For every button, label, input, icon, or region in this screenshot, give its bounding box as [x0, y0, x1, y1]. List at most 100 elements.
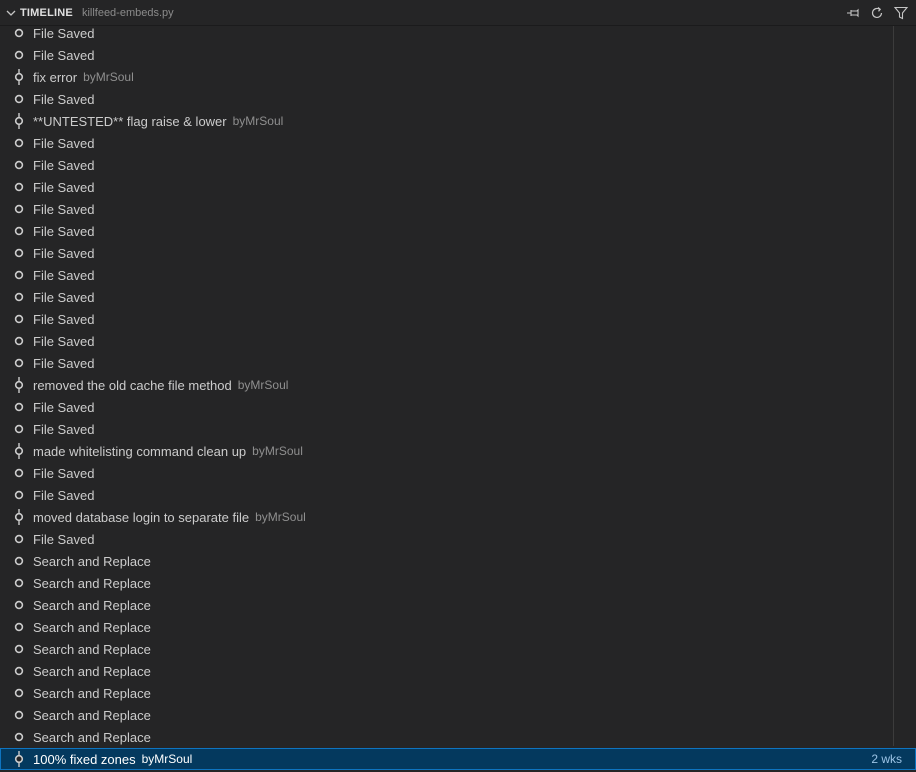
circle-icon: [14, 333, 24, 349]
timeline-item[interactable]: Search and Replace: [0, 726, 893, 748]
timeline-item-label: File Saved: [33, 25, 95, 41]
timeline-item-label: Search and Replace: [33, 707, 151, 723]
circle-icon: [14, 553, 24, 569]
timeline-commit-item[interactable]: **UNTESTED** flag raise & lower byMrSoul: [0, 110, 893, 132]
timeline-item-label: File Saved: [33, 465, 95, 481]
timeline-item-label: File Saved: [33, 135, 95, 151]
timeline-item-label: fix error: [33, 69, 78, 85]
timeline-item[interactable]: File Saved: [0, 264, 893, 286]
timeline-item[interactable]: File Saved: [0, 286, 893, 308]
timeline-item[interactable]: File Saved: [0, 484, 893, 506]
circle-icon: [14, 531, 24, 547]
filter-icon[interactable]: [890, 3, 912, 23]
timeline-item-label: File Saved: [33, 47, 95, 63]
refresh-icon[interactable]: [866, 3, 888, 23]
timeline-item[interactable]: Search and Replace: [0, 572, 893, 594]
timeline-item-author: byMrSoul: [252, 444, 303, 458]
circle-icon: [14, 597, 24, 613]
chevron-down-icon[interactable]: [4, 6, 18, 20]
timeline-item[interactable]: File Saved: [0, 528, 893, 550]
circle-icon: [14, 465, 24, 481]
timeline-item[interactable]: File Saved: [0, 220, 893, 242]
timeline-item-label: 100% fixed zones: [33, 751, 136, 767]
timeline-item[interactable]: File Saved: [0, 352, 893, 374]
timeline-commit-item[interactable]: fix error byMrSoul: [0, 66, 893, 88]
timeline-item[interactable]: File Saved: [0, 154, 893, 176]
pin-icon[interactable]: [842, 3, 864, 23]
timeline-item[interactable]: Search and Replace: [0, 704, 893, 726]
timeline-item[interactable]: File Saved: [0, 198, 893, 220]
timeline-item[interactable]: Search and Replace: [0, 638, 893, 660]
circle-icon: [14, 641, 24, 657]
timeline-item[interactable]: File Saved: [0, 462, 893, 484]
timeline-item-label: File Saved: [33, 421, 95, 437]
timeline-item[interactable]: File Saved: [0, 132, 893, 154]
circle-icon: [14, 135, 24, 151]
git-commit-icon: [14, 69, 24, 85]
timeline-item[interactable]: Search and Replace: [0, 660, 893, 682]
timeline-item[interactable]: Search and Replace: [0, 594, 893, 616]
timeline-item-label: File Saved: [33, 487, 95, 503]
timeline-item[interactable]: File Saved: [0, 88, 893, 110]
git-commit-icon: [14, 443, 24, 459]
timeline-commit-item[interactable]: 100% fixed zones byMrSoul 2 wks: [0, 748, 916, 770]
timeline-item[interactable]: Search and Replace: [0, 550, 893, 572]
git-commit-icon: [14, 377, 24, 393]
timeline-item-label: removed the old cache file method: [33, 377, 232, 393]
timeline-item-label: File Saved: [33, 399, 95, 415]
timeline-item-label: Search and Replace: [33, 685, 151, 701]
circle-icon: [14, 685, 24, 701]
timeline-item[interactable]: File Saved: [0, 176, 893, 198]
timeline-panel: TIMELINE killfeed-embeds.py File Saved Fi: [0, 0, 916, 772]
timeline-item-label: Search and Replace: [33, 663, 151, 679]
timeline-item[interactable]: Search and Replace: [0, 616, 893, 638]
circle-icon: [14, 663, 24, 679]
timeline-item-label: Search and Replace: [33, 641, 151, 657]
panel-file-name: killfeed-embeds.py: [81, 6, 174, 19]
circle-icon: [14, 619, 24, 635]
timeline-item[interactable]: File Saved: [0, 242, 893, 264]
circle-icon: [14, 267, 24, 283]
timeline-commit-item[interactable]: removed the old cache file method byMrSou…: [0, 374, 893, 396]
timeline-item-label: File Saved: [33, 289, 95, 305]
timeline-item-label: made whitelisting command clean up: [33, 443, 247, 459]
circle-icon: [14, 47, 24, 63]
timeline-item-label: File Saved: [33, 223, 95, 239]
timeline-item-label: Search and Replace: [33, 619, 151, 635]
timeline-item-time: 2 wks: [871, 752, 902, 766]
timeline-item-label: File Saved: [33, 245, 95, 261]
timeline-item-label: **UNTESTED** flag raise & lower: [33, 113, 227, 129]
timeline-item[interactable]: File Saved: [0, 330, 893, 352]
circle-icon: [14, 245, 24, 261]
git-commit-icon: [14, 509, 24, 525]
timeline-item[interactable]: File Saved: [0, 44, 893, 66]
git-commit-icon: [14, 751, 24, 767]
timeline-item-author: byMrSoul: [237, 378, 289, 392]
timeline-item-label: File Saved: [33, 333, 95, 349]
circle-icon: [14, 157, 24, 173]
timeline-commit-item[interactable]: made whitelisting command clean up byMrSo…: [0, 440, 893, 462]
timeline-item-label: Search and Replace: [33, 729, 151, 745]
timeline-item[interactable]: File Saved: [0, 308, 893, 330]
timeline-item-author: byMrSoul: [232, 114, 284, 128]
scrollbar[interactable]: [893, 26, 894, 746]
timeline-item-label: File Saved: [33, 157, 95, 173]
circle-icon: [14, 729, 24, 745]
timeline-item[interactable]: File Saved: [0, 418, 893, 440]
timeline-item[interactable]: Search and Replace: [0, 682, 893, 704]
circle-icon: [14, 707, 24, 723]
timeline-item[interactable]: File Saved: [0, 396, 893, 418]
timeline-item-label: File Saved: [33, 179, 95, 195]
circle-icon: [14, 201, 24, 217]
timeline-item-label: File Saved: [33, 355, 95, 371]
circle-icon: [14, 421, 24, 437]
timeline-list: File Saved File Saved fix error byMrSoul Fil…: [0, 22, 916, 770]
git-commit-icon: [14, 113, 24, 129]
timeline-commit-item[interactable]: moved database login to separate file byM…: [0, 506, 893, 528]
circle-icon: [14, 311, 24, 327]
circle-icon: [14, 289, 24, 305]
timeline-item-label: File Saved: [33, 311, 95, 327]
timeline-item[interactable]: File Saved: [0, 22, 893, 44]
circle-icon: [14, 355, 24, 371]
header-actions: [842, 3, 912, 23]
